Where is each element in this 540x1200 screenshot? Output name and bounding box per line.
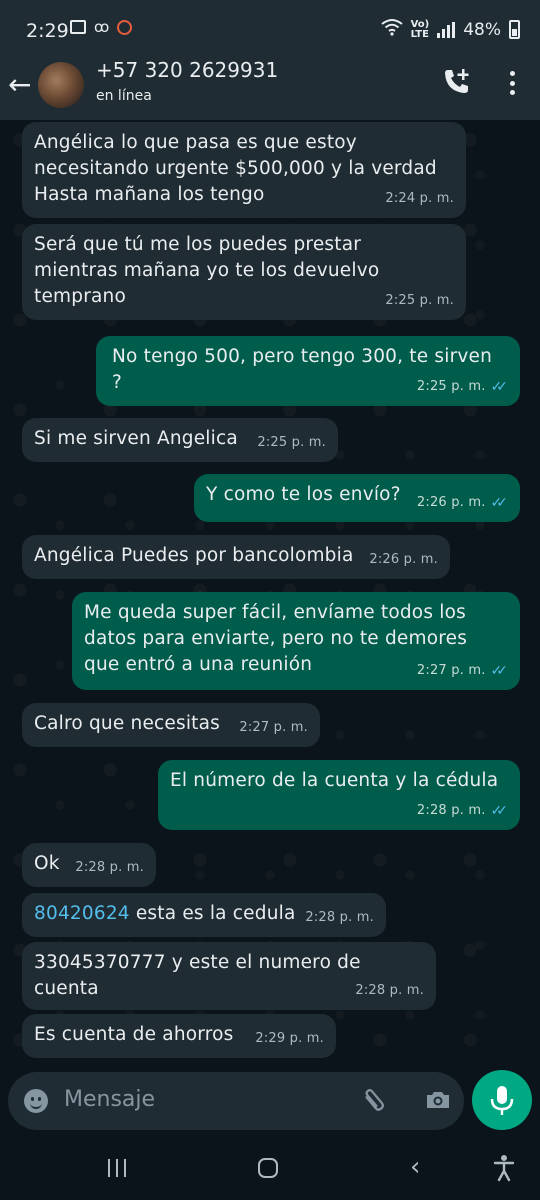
message-bubble-outgoing[interactable]: No tengo 500, pero tengo 300, te sirven …: [96, 336, 520, 406]
wifi-icon: [380, 18, 403, 41]
message-meta: 2:27 p. m. ✓✓: [417, 658, 508, 684]
message-bubble-outgoing[interactable]: El número de la cuenta y la cédula 2:28 …: [158, 760, 520, 830]
signal-icon: [437, 21, 456, 38]
notification-icons: ꝏ: [70, 18, 133, 36]
system-icons: Vo) LTE 48%: [380, 18, 520, 41]
message-time: 2:28 p. m.: [416, 803, 486, 818]
message-time: 2:26 p. m.: [416, 495, 486, 510]
lte-label: LTE: [410, 28, 429, 40]
add-call-icon[interactable]: [442, 66, 472, 96]
read-ticks-icon: ✓✓: [490, 663, 509, 679]
battery-percent: 48%: [463, 19, 501, 40]
home-icon[interactable]: [258, 1158, 278, 1178]
message-text: Será que tú me los puedes prestar mientr…: [34, 234, 380, 307]
more-options-icon[interactable]: [502, 68, 522, 98]
message-bubble-incoming[interactable]: 33045370777 y este el numero de cuenta 2…: [22, 942, 436, 1010]
message-time: 2:25 p. m.: [416, 379, 486, 394]
camera-icon[interactable]: [425, 1090, 451, 1110]
message-composer[interactable]: Mensaje: [8, 1072, 464, 1130]
lte-icon: Vo) LTE: [410, 18, 430, 40]
battery-icon: [509, 20, 520, 39]
nav-back-icon[interactable]: ‹: [410, 1152, 420, 1182]
read-ticks-icon: ✓✓: [490, 379, 509, 395]
message-time: 2:24 p. m.: [385, 191, 454, 206]
message-time: 2:26 p. m.: [369, 552, 438, 567]
message-bubble-incoming[interactable]: Si me sirven Angelica 2:25 p. m.: [22, 418, 338, 462]
status-bar: 2:29 ꝏ Vo) LTE 48%: [0, 0, 540, 60]
message-bubble-incoming[interactable]: Será que tú me los puedes prestar mientr…: [22, 224, 466, 320]
message-bubble-incoming[interactable]: 80420624 esta es la cedula 2:28 p. m.: [22, 893, 386, 937]
emoji-icon[interactable]: [24, 1089, 48, 1113]
message-meta: 2:28 p. m. ✓✓: [417, 798, 508, 824]
read-ticks-icon: ✓✓: [490, 495, 509, 511]
gallery-icon: [70, 20, 86, 34]
voicemail-icon: ꝏ: [94, 18, 110, 36]
message-bubble-incoming[interactable]: Ok 2:28 p. m.: [22, 843, 156, 887]
message-bubble-outgoing[interactable]: Y como te los envío? 2:26 p. m. ✓✓: [194, 474, 520, 522]
message-bubble-incoming[interactable]: Calro que necesitas 2:27 p. m.: [22, 703, 320, 747]
mic-icon: [490, 1086, 514, 1115]
message-bubble-outgoing[interactable]: Me queda super fácil, envíame todos los …: [72, 592, 520, 690]
message-text: El número de la cuenta y la cédula: [170, 770, 499, 791]
message-bubble-incoming[interactable]: Es cuenta de ahorros 2:29 p. m.: [22, 1014, 336, 1058]
accessibility-icon[interactable]: [492, 1154, 516, 1182]
message-meta: 2:26 p. m. ✓✓: [417, 490, 508, 516]
chat-header: ← +57 320 2629931 en línea: [0, 58, 540, 120]
message-time: 2:28 p. m.: [305, 910, 374, 925]
message-time: 2:29 p. m.: [255, 1031, 324, 1046]
contact-status: en línea: [96, 88, 152, 104]
message-meta: 2:25 p. m. ✓✓: [417, 374, 508, 400]
message-time: 2:25 p. m.: [257, 435, 326, 450]
record-icon: [117, 19, 133, 35]
message-time: 2:28 p. m.: [75, 860, 144, 875]
read-ticks-icon: ✓✓: [490, 803, 509, 819]
back-arrow-icon[interactable]: ←: [8, 68, 31, 101]
message-time: 2:27 p. m.: [416, 663, 486, 678]
attach-icon[interactable]: [357, 1082, 398, 1124]
mic-button[interactable]: [472, 1070, 532, 1130]
message-time: 2:25 p. m.: [385, 293, 454, 308]
contact-name[interactable]: +57 320 2629931: [96, 58, 278, 82]
system-nav-bar: ‹: [0, 1140, 540, 1200]
message-text: Angélica lo que pasa es que estoy necesi…: [34, 132, 437, 205]
cedula-link[interactable]: 80420624: [34, 903, 130, 924]
recent-apps-icon[interactable]: [108, 1159, 126, 1177]
message-text-rest: esta es la cedula: [129, 903, 296, 924]
message-bubble-incoming[interactable]: Angélica lo que pasa es que estoy necesi…: [22, 122, 466, 218]
message-input[interactable]: Mensaje: [64, 1087, 155, 1112]
message-time: 2:28 p. m.: [355, 983, 424, 998]
status-time: 2:29: [26, 20, 69, 42]
avatar[interactable]: [38, 62, 84, 108]
message-bubble-incoming[interactable]: Angélica Puedes por bancolombia 2:26 p. …: [22, 535, 450, 579]
message-time: 2:27 p. m.: [239, 720, 308, 735]
